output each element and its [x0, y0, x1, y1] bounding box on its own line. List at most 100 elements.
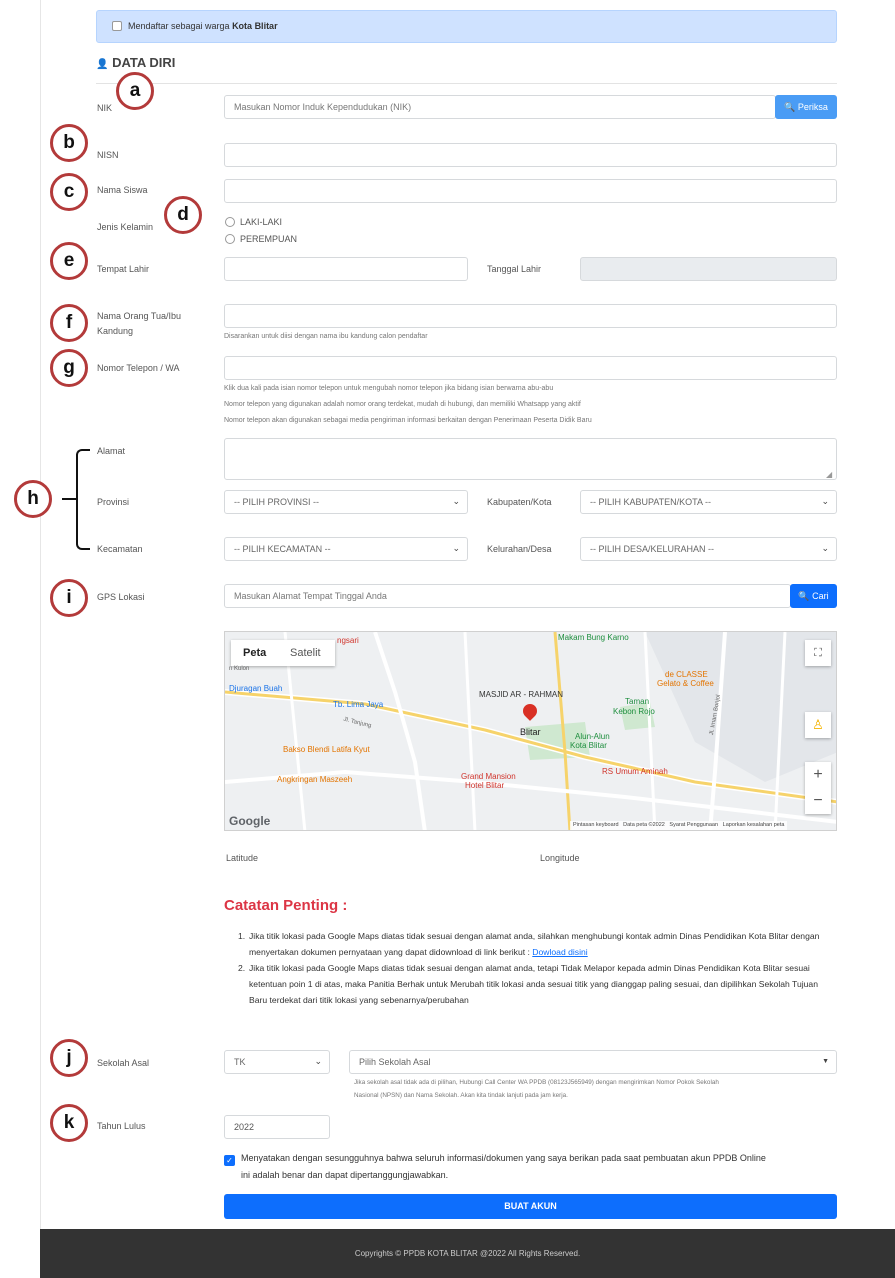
marker-c: c	[50, 173, 88, 211]
marker-d: d	[164, 196, 202, 234]
sekolah-help-1: Jika sekolah asal tidak ada di pilihan, …	[354, 1079, 719, 1086]
map-poi: Grand Mansion	[461, 772, 516, 781]
section-title-text: DATA DIRI	[112, 55, 176, 70]
chevron-down-icon: ⌄	[314, 1056, 322, 1066]
telepon-help-3: Nomor telepon akan digunakan sebagai med…	[224, 417, 592, 424]
alamat-label: Alamat	[97, 446, 126, 456]
provinsi-select[interactable]: -- PILIH PROVINSI -- ⌄	[224, 490, 468, 514]
jenjang-select[interactable]: TK ⌄	[224, 1050, 330, 1074]
ortu-label-1: Nama Orang Tua/Ibu	[97, 311, 182, 321]
zoom-in-button[interactable]: +	[805, 762, 831, 788]
agreement-checkbox[interactable]: ✓	[224, 1155, 235, 1166]
marker-a: a	[116, 72, 154, 110]
agreement-line-2: ini adalah benar dan dapat dipertanggung…	[241, 1170, 449, 1180]
section-title: 👤 DATA DIRI	[96, 55, 175, 70]
longitude-label: Longitude	[540, 853, 580, 863]
marker-e: e	[50, 242, 88, 280]
tanggal-lahir-label: Tanggal Lahir	[487, 264, 542, 274]
jenis-kelamin-label: Jenis Kelamin	[97, 222, 154, 232]
telepon-help-2: Nomor telepon yang digunakan adalah nomo…	[224, 401, 581, 408]
google-logo: Google	[229, 814, 271, 828]
pegman-icon[interactable]: ♙	[805, 712, 831, 738]
map-footer-data: Data peta ©2022	[623, 822, 665, 828]
caret-down-icon: ▼	[822, 1058, 829, 1065]
map-poi: MASJID AR - RAHMAN	[479, 690, 564, 699]
kecamatan-value: -- PILIH KECAMATAN --	[234, 544, 331, 554]
map-poi: Taman	[625, 697, 650, 706]
kecamatan-label: Kecamatan	[97, 544, 143, 554]
chevron-down-icon: ⌄	[821, 496, 829, 506]
ortu-help: Disarankan untuk diisi dengan nama ibu k…	[224, 333, 428, 340]
download-link[interactable]: Dowload disini	[532, 947, 587, 957]
agreement-line-1: Menyatakan dengan sesungguhnya bahwa sel…	[241, 1153, 766, 1163]
kelurahan-select[interactable]: -- PILIH DESA/KELURAHAN -- ⌄	[580, 537, 837, 561]
ortu-label-2: Kandung	[97, 326, 134, 336]
tanggal-lahir-input[interactable]	[580, 257, 837, 281]
kecamatan-select[interactable]: -- PILIH KECAMATAN -- ⌄	[224, 537, 468, 561]
periksa-button[interactable]: 🔍 Periksa	[775, 95, 837, 119]
latitude-label: Latitude	[226, 853, 259, 863]
map-poi: Djuragan Buah	[229, 684, 283, 693]
sekolah-select[interactable]: Pilih Sekolah Asal ▼	[349, 1050, 837, 1074]
resize-handle-icon[interactable]: ◢	[826, 470, 832, 479]
footer-copyright: Copyrights © PPDB KOTA BLITAR @2022 All …	[40, 1229, 895, 1278]
catatan-text-2: Jika titik lokasi pada Google Maps diata…	[249, 963, 818, 1005]
map-tab-peta[interactable]: Peta	[243, 647, 266, 659]
map-poi: Kota Blitar	[570, 741, 607, 750]
marker-h: h	[14, 480, 52, 518]
map-poi: Kebon Rojo	[613, 707, 655, 716]
marker-b: b	[50, 124, 88, 162]
nik-input[interactable]: Masukan Nomor Induk Kependudukan (NIK)	[224, 95, 776, 119]
map-footer-keyboard[interactable]: Pintasan keyboard	[573, 822, 619, 828]
catatan-list: 1. Jika titik lokasi pada Google Maps dia…	[238, 928, 838, 1008]
gps-label: GPS Lokasi	[97, 592, 145, 602]
kabupaten-label: Kabupaten/Kota	[487, 497, 552, 507]
telepon-label: Nomor Telepon / WA	[97, 363, 180, 373]
map-poi: Blitar	[520, 727, 541, 737]
marker-i: i	[50, 579, 88, 617]
nama-input[interactable]	[224, 179, 837, 203]
map-tab-satelit[interactable]: Satelit	[290, 647, 321, 659]
map-poi: Tb. Lima Jaya	[333, 700, 384, 709]
map-footer-terms[interactable]: Syarat Penggunaan	[669, 822, 718, 828]
radio-perempuan[interactable]	[225, 234, 235, 244]
ortu-input[interactable]	[224, 304, 837, 328]
map-footer-report[interactable]: Laporkan kesalahan peta	[723, 822, 785, 828]
radio-laki[interactable]	[225, 217, 235, 227]
provinsi-label: Provinsi	[97, 497, 130, 507]
telepon-input[interactable]	[224, 356, 837, 380]
warga-checkbox[interactable]	[112, 21, 122, 31]
google-map[interactable]: Peta Satelit ngsari Makam Bung Karno de …	[224, 631, 837, 831]
section-divider	[96, 83, 837, 84]
map-poi: de CLASSE	[665, 670, 708, 679]
map-poi: RS Umum Aminah	[602, 767, 668, 776]
search-icon: 🔍	[784, 102, 796, 112]
buat-akun-button[interactable]: BUAT AKUN	[224, 1194, 837, 1219]
nik-label: NIK	[97, 103, 113, 113]
map-poi: Makam Bung Karno	[558, 633, 629, 642]
kelurahan-label: Kelurahan/Desa	[487, 544, 552, 554]
zoom-out-button[interactable]: −	[805, 788, 831, 814]
warga-city: Kota Blitar	[232, 21, 278, 31]
map-poi: ngsari	[337, 636, 359, 645]
gps-input[interactable]: Masukan Alamat Tempat Tinggal Anda	[224, 584, 791, 608]
bracket-h	[76, 449, 90, 550]
map-poi: Hotel Blitar	[465, 781, 505, 790]
catatan-item-2: 2. Jika titik lokasi pada Google Maps dia…	[238, 960, 838, 1008]
map-poi: Bakso Blendi Latifa Kyut	[283, 745, 370, 754]
kabupaten-select[interactable]: -- PILIH KABUPATEN/KOTA -- ⌄	[580, 490, 837, 514]
nama-label: Nama Siswa	[97, 185, 148, 195]
chevron-down-icon: ⌄	[821, 543, 829, 553]
nisn-input[interactable]	[224, 143, 837, 167]
cari-button[interactable]: 🔍 Cari	[790, 584, 837, 608]
marker-j: j	[50, 1039, 88, 1077]
fullscreen-icon[interactable]: ⛶	[805, 640, 831, 666]
chevron-down-icon: ⌄	[452, 496, 460, 506]
tahun-lulus-input[interactable]: 2022	[224, 1115, 330, 1139]
tempat-lahir-input[interactable]	[224, 257, 468, 281]
cari-label: Cari	[812, 591, 829, 601]
catatan-item-1: 1. Jika titik lokasi pada Google Maps dia…	[238, 931, 820, 957]
alamat-textarea[interactable]	[224, 438, 837, 480]
radio-laki-label: LAKI-LAKI	[240, 217, 283, 227]
sekolah-value: Pilih Sekolah Asal	[359, 1057, 431, 1067]
